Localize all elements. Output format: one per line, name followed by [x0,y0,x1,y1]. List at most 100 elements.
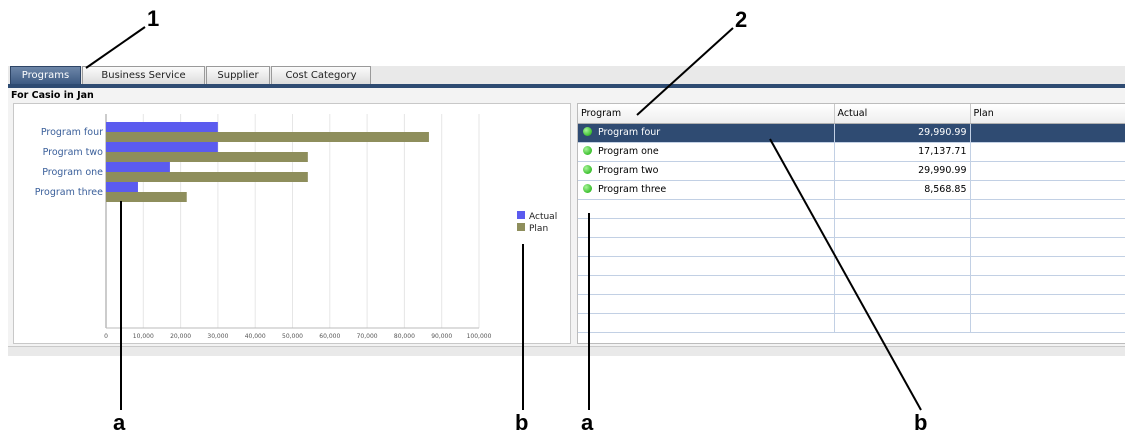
x-tick-label: 90,000 [431,333,452,340]
cell-program[interactable]: Program two [578,161,835,181]
program-name: Program two [598,165,659,176]
empty-cell [970,237,1125,257]
bar-chart: 0 10,000 20,000 30,000 40,000 50,000 60,000 70,… [13,103,571,344]
program-name: Program one [598,146,659,157]
empty-cell [578,294,835,314]
column-header-plan[interactable]: Plan [970,104,1125,124]
status-dot-icon [583,127,592,136]
empty-row [578,275,1125,295]
empty-cell [970,313,1125,333]
bar-actual-program-two [106,142,218,152]
empty-cell [834,237,971,257]
tab-bar: Programs Business Service Supplier Cost … [8,66,1125,84]
tab-cost-category[interactable]: Cost Category [271,66,371,84]
x-tick-label: 50,000 [282,333,303,340]
data-grid: Program Actual Plan Program four 29,990.9… [577,103,1125,344]
status-dot-icon [583,184,592,193]
cell-plan[interactable]: 54,112.50 [970,142,1125,162]
x-tick-label: 80,000 [394,333,415,340]
category-label: Program three [35,187,103,198]
bar-plan-program-four [106,132,429,142]
empty-row [578,256,1125,276]
empty-cell [834,313,971,333]
empty-cell [834,294,971,314]
legend-swatch-actual [517,211,525,219]
bar-actual-program-one [106,162,170,172]
empty-cell [578,256,835,276]
table-row[interactable]: Program four 29,990.9986,580.00 [578,123,1125,143]
column-header-actual[interactable]: Actual [834,104,971,124]
x-tick-label: 60,000 [319,333,340,340]
x-tick-label: 30,000 [207,333,228,340]
callout-a-right: a [581,410,594,435]
x-tick-label: 20,000 [170,333,191,340]
cell-plan[interactable]: 86,580.00 [970,123,1125,143]
category-label: Program one [42,167,103,178]
table-row[interactable]: Program one 17,137.7154,112.50 [578,142,1125,162]
empty-cell [578,199,835,219]
empty-cell [970,199,1125,219]
table-row[interactable]: Program two 29,990.9954,112.50 [578,161,1125,181]
empty-row [578,294,1125,314]
callout-a-left: a [113,410,126,435]
table-header-row: Program Actual Plan [578,104,1125,124]
callout-2: 2 [735,7,748,32]
cell-plan[interactable]: 54,112.50 [970,161,1125,181]
empty-cell [970,256,1125,276]
data-table: Program Actual Plan Program four 29,990.9… [578,104,1125,333]
status-dot-icon [583,165,592,174]
empty-cell [834,256,971,276]
status-dot-icon [583,146,592,155]
cell-program[interactable]: Program four [578,123,835,143]
tab-programs[interactable]: Programs [10,66,81,84]
program-name: Program three [598,184,667,195]
panel-title: For Casio in Jan [11,90,94,101]
tab-business-service[interactable]: Business Service [82,66,205,84]
legend-swatch-plan [517,223,525,231]
empty-row [578,199,1125,219]
empty-row [578,237,1125,257]
app-window: Programs Business Service Supplier Cost … [8,66,1125,356]
empty-cell [578,275,835,295]
callout-b-right: b [914,410,928,435]
callout-1: 1 [147,6,160,31]
empty-cell [834,218,971,238]
category-label: Program two [43,147,104,158]
column-header-program[interactable]: Program [578,104,835,124]
chart-canvas: 0 10,000 20,000 30,000 40,000 50,000 60,000 70,… [35,114,557,340]
cell-program[interactable]: Program three [578,180,835,200]
empty-cell [834,199,971,219]
bar-actual-program-four [106,122,218,132]
x-tick-label: 70,000 [357,333,378,340]
empty-cell [970,275,1125,295]
cell-program[interactable]: Program one [578,142,835,162]
cell-actual[interactable]: 29,990.99 [834,123,971,143]
bar-plan-program-two [106,152,308,162]
cell-actual[interactable]: 17,137.71 [834,142,971,162]
program-name: Program four [598,127,661,138]
x-tick-label: 0 [104,333,108,340]
empty-cell [970,294,1125,314]
empty-row [578,313,1125,333]
category-label: Program four [41,127,103,138]
table-row[interactable]: Program three 8,568.8521,645.00 [578,180,1125,200]
empty-cell [578,237,835,257]
x-tick-label: 100,000 [467,333,492,340]
legend-label-actual: Actual [529,212,557,222]
empty-cell [578,313,835,333]
empty-cell [578,218,835,238]
tab-supplier[interactable]: Supplier [206,66,270,84]
x-tick-label: 10,000 [133,333,154,340]
empty-cell [970,218,1125,238]
bar-plan-program-one [106,172,308,182]
cell-actual[interactable]: 8,568.85 [834,180,971,200]
cell-plan[interactable]: 21,645.00 [970,180,1125,200]
cell-actual[interactable]: 29,990.99 [834,161,971,181]
bar-actual-program-three [106,182,138,192]
legend-label-plan: Plan [529,224,548,234]
callout-line-1 [85,26,146,69]
empty-row [578,218,1125,238]
bar-plan-program-three [106,192,187,202]
empty-cell [834,275,971,295]
callout-b-left: b [515,410,529,435]
